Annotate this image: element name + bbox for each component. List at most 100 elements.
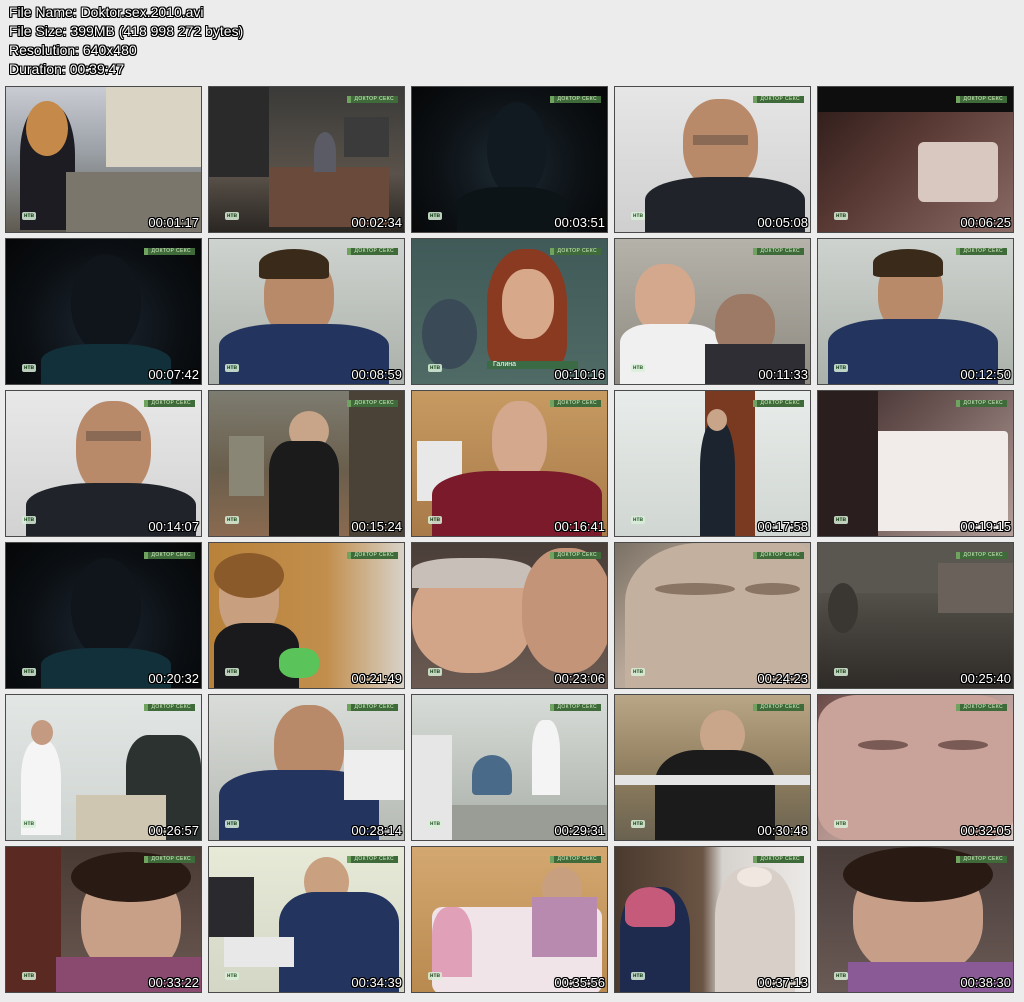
- video-thumbnail[interactable]: ДОКТОР СЕКС нтв 00:19:15: [817, 390, 1014, 537]
- channel-logo-icon: нтв: [225, 516, 239, 524]
- video-thumbnail[interactable]: ДОКТОР СЕКС нтв 00:12:50: [817, 238, 1014, 385]
- thumbnail-timestamp: 00:16:41: [554, 519, 605, 534]
- video-thumbnail[interactable]: ДОКТОР СЕКС нтв 00:11:33: [614, 238, 811, 385]
- thumbnail-timestamp: 00:11:33: [758, 367, 808, 382]
- show-title-overlay: ДОКТОР СЕКС: [549, 856, 601, 863]
- thumbnail-timestamp: 00:26:57: [148, 823, 199, 838]
- channel-logo-icon: нтв: [22, 820, 36, 828]
- frame-shape: [745, 583, 800, 595]
- thumbnail-frame-image: [818, 239, 1013, 384]
- show-title-overlay: ДОКТОР СЕКС: [752, 96, 804, 103]
- channel-logo-icon: нтв: [225, 972, 239, 980]
- thumbnail-frame-image: [6, 239, 201, 384]
- frame-shape: [938, 563, 1013, 613]
- frame-shape: [279, 648, 319, 678]
- channel-logo-icon: нтв: [22, 516, 36, 524]
- thumbnail-timestamp: 00:19:15: [960, 519, 1011, 534]
- frame-shape: [422, 299, 477, 369]
- show-title-overlay: ДОКТОР СЕКС: [143, 856, 195, 863]
- channel-logo-icon: нтв: [428, 516, 442, 524]
- channel-logo-icon: нтв: [631, 516, 645, 524]
- video-thumbnail[interactable]: ДОКТОР СЕКС нтв 00:32:05: [817, 694, 1014, 841]
- video-thumbnail[interactable]: ДОКТОР СЕКС нтв 00:37:13: [614, 846, 811, 993]
- frame-shape: [873, 249, 943, 277]
- frame-shape: [828, 583, 858, 633]
- thumbnail-frame-image: [6, 543, 201, 688]
- frame-shape: [314, 132, 336, 172]
- frame-shape: [26, 101, 68, 156]
- video-thumbnail[interactable]: ДОКТОР СЕКС нтв 00:20:32: [5, 542, 202, 689]
- frame-shape: [412, 558, 532, 588]
- video-thumbnail[interactable]: ДОКТОР СЕКС нтв 00:07:42: [5, 238, 202, 385]
- frame-shape: [472, 755, 512, 795]
- video-thumbnail[interactable]: ДОКТОР СЕКС нтв 00:34:39: [208, 846, 405, 993]
- video-thumbnail[interactable]: ДОКТОР СЕКС нтв 00:02:34: [208, 86, 405, 233]
- thumbnail-timestamp: 00:35:56: [554, 975, 605, 990]
- frame-shape: [487, 102, 547, 197]
- video-thumbnail[interactable]: ДОКТОР СЕКС нтв 00:26:57: [5, 694, 202, 841]
- show-title-overlay: ДОКТОР СЕКС: [955, 400, 1007, 407]
- channel-logo-icon: нтв: [834, 516, 848, 524]
- frame-shape: [492, 401, 547, 481]
- show-title-overlay: ДОКТОР СЕКС: [752, 856, 804, 863]
- thumbnail-frame-image: [209, 239, 404, 384]
- thumbnail-timestamp: 00:02:34: [351, 215, 402, 230]
- video-thumbnail[interactable]: ДОКТОР СЕКС нтв 00:24:23: [614, 542, 811, 689]
- show-title-overlay: ДОКТОР СЕКС: [549, 704, 601, 711]
- video-thumbnail[interactable]: ДОКТОР СЕКС нтв 00:23:06: [411, 542, 608, 689]
- thumbnail-frame-image: [6, 695, 201, 840]
- video-thumbnail[interactable]: ДОКТОР СЕКС нтв 00:38:30: [817, 846, 1014, 993]
- thumbnail-timestamp: 00:21:49: [351, 671, 402, 686]
- frame-shape: [918, 142, 998, 202]
- thumbnail-timestamp: 00:38:30: [960, 975, 1011, 990]
- file-name-text: File Name: Doktor.sex.2010.avi: [9, 4, 204, 20]
- channel-logo-icon: нтв: [834, 668, 848, 676]
- thumbnail-timestamp: 00:01:17: [148, 215, 199, 230]
- video-thumbnail[interactable]: ДОКТОР СЕКС нтв 00:05:08: [614, 86, 811, 233]
- thumbnail-frame-image: [818, 543, 1013, 688]
- video-thumbnail[interactable]: ДОКТОР СЕКС нтв 00:08:59: [208, 238, 405, 385]
- thumbnail-frame-image: [412, 391, 607, 536]
- frame-shape: [522, 548, 607, 673]
- video-thumbnail[interactable]: ДОКТОР СЕКС нтв 00:17:58: [614, 390, 811, 537]
- frame-shape: [209, 87, 269, 177]
- thumbnail-timestamp: 00:03:51: [554, 215, 605, 230]
- thumbnail-timestamp: 00:06:25: [960, 215, 1011, 230]
- channel-logo-icon: нтв: [225, 820, 239, 828]
- channel-logo-icon: нтв: [22, 212, 36, 220]
- video-thumbnail[interactable]: ДОКТОР СЕКС нтв 00:03:51: [411, 86, 608, 233]
- frame-shape: [344, 117, 389, 157]
- show-title-overlay: ДОКТОР СЕКС: [955, 96, 1007, 103]
- video-thumbnail[interactable]: ДОКТОР СЕКС нтв 00:28:14: [208, 694, 405, 841]
- channel-logo-icon: нтв: [428, 364, 442, 372]
- video-thumbnail[interactable]: ДОКТОР СЕКС нтв 00:25:40: [817, 542, 1014, 689]
- show-title-overlay: ДОКТОР СЕКС: [346, 856, 398, 863]
- thumbnail-frame-image: [615, 391, 810, 536]
- thumbnail-frame-image: [6, 391, 201, 536]
- thumbnail-frame-image: [209, 391, 404, 536]
- channel-logo-icon: нтв: [428, 668, 442, 676]
- channel-logo-icon: нтв: [225, 212, 239, 220]
- video-thumbnail[interactable]: ДОКТОР СЕКС нтв 00:15:24: [208, 390, 405, 537]
- channel-logo-icon: нтв: [631, 668, 645, 676]
- resolution-text: Resolution: 640x480: [9, 42, 137, 58]
- thumbnail-frame-image: [6, 87, 201, 232]
- video-thumbnail[interactable]: ДОКТОР СЕКС нтв 00:16:41: [411, 390, 608, 537]
- thumbnail-timestamp: 00:07:42: [148, 367, 199, 382]
- video-thumbnail[interactable]: ДОКТОР СЕКС нтв 00:33:22: [5, 846, 202, 993]
- channel-logo-icon: нтв: [834, 972, 848, 980]
- video-thumbnail[interactable]: ДОКТОР СЕКС нтв 00:29:31: [411, 694, 608, 841]
- channel-logo-icon: нтв: [834, 364, 848, 372]
- video-thumbnail[interactable]: ДОКТОР СЕКС нтв Галина 00:10:16: [411, 238, 608, 385]
- video-thumbnail[interactable]: ДОКТОР СЕКС нтв 00:21:49: [208, 542, 405, 689]
- video-thumbnail[interactable]: ДОКТОР СЕКС нтв 00:35:56: [411, 846, 608, 993]
- thumbnail-timestamp: 00:12:50: [960, 367, 1011, 382]
- video-thumbnail[interactable]: ДОКТОР СЕКС нтв 00:30:48: [614, 694, 811, 841]
- channel-logo-icon: нтв: [631, 820, 645, 828]
- frame-shape: [700, 421, 735, 536]
- thumbnail-frame-image: [818, 87, 1013, 232]
- video-thumbnail[interactable]: ДОКТОР СЕКС нтв 00:14:07: [5, 390, 202, 537]
- video-thumbnail[interactable]: нтв 00:01:17: [5, 86, 202, 233]
- frame-shape: [344, 750, 404, 800]
- video-thumbnail[interactable]: ДОКТОР СЕКС нтв 00:06:25: [817, 86, 1014, 233]
